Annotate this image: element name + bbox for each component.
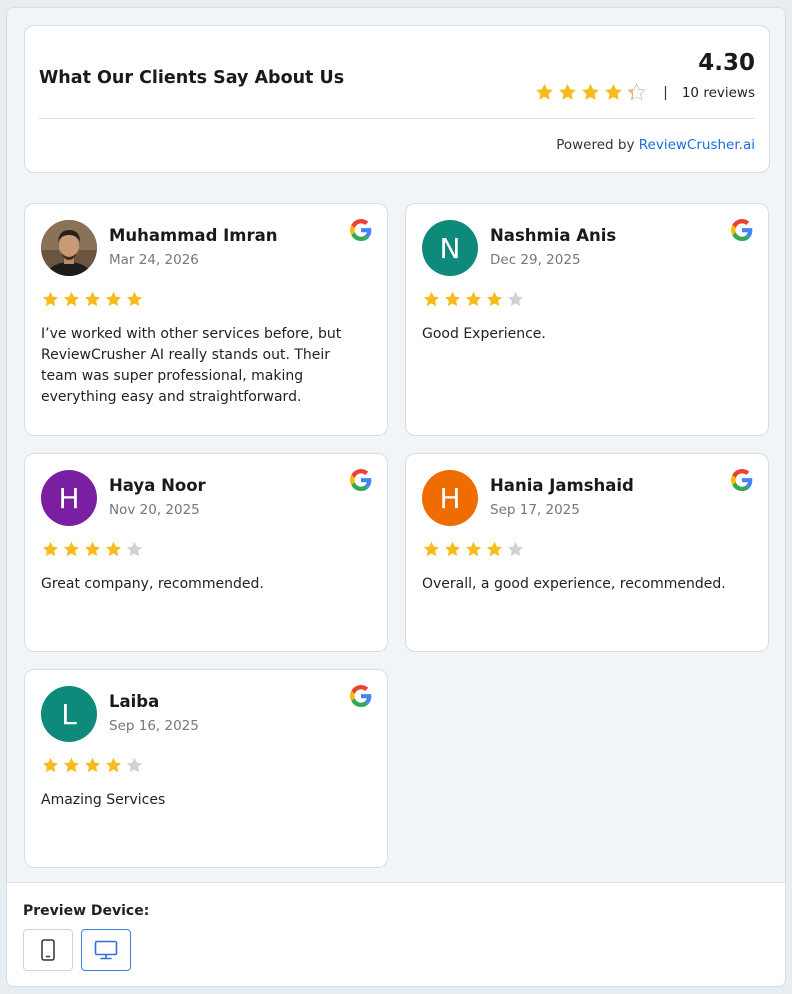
review-text: Amazing Services [41, 792, 166, 808]
preview-device-bar: Preview Device: [7, 882, 785, 986]
review-text: Overall, a good experience, recommended. [422, 576, 726, 592]
widget-title: What Our Clients Say About Us [39, 68, 345, 88]
review-card: H Hania Jamshaid Sep 17, 2025 Overall, a go… [405, 453, 769, 652]
star-icon [423, 541, 440, 557]
star-icon [84, 541, 101, 557]
review-stars [41, 540, 144, 559]
star-icon [126, 757, 143, 773]
star-icon [63, 757, 80, 773]
review-stars [41, 756, 144, 775]
review-date: Sep 17, 2025 [490, 502, 580, 518]
desktop-preview-button[interactable] [81, 929, 131, 971]
review-text: Good Experience. [422, 326, 546, 342]
powered-by: Powered by ReviewCrusher.ai [556, 137, 755, 153]
star-icon [126, 541, 143, 557]
summary-stars [534, 82, 647, 103]
star-icon [42, 541, 59, 557]
google-icon [350, 219, 372, 241]
star-icon [63, 291, 80, 307]
review-date: Mar 24, 2026 [109, 252, 199, 268]
powered-by-prefix: Powered by [556, 137, 635, 153]
widget-frame: What Our Clients Say About Us 4.30 | 10 … [6, 7, 786, 987]
avatar: H [422, 470, 478, 526]
star-icon [42, 291, 59, 307]
divider [39, 118, 755, 119]
review-card: H Haya Noor Nov 20, 2025 Great company, rec… [24, 453, 388, 652]
rating-summary: What Our Clients Say About Us 4.30 | 10 … [24, 25, 770, 173]
star-icon [559, 83, 576, 100]
avatar: N [422, 220, 478, 276]
review-text: Great company, recommended. [41, 576, 264, 592]
avatar-photo [41, 220, 97, 276]
star-icon [536, 83, 553, 100]
review-date: Sep 16, 2025 [109, 718, 199, 734]
preview-device-label: Preview Device: [23, 903, 150, 919]
star-icon [42, 757, 59, 773]
review-date: Nov 20, 2025 [109, 502, 200, 518]
star-icon [444, 541, 461, 557]
review-date: Dec 29, 2025 [490, 252, 581, 268]
star-icon [84, 757, 101, 773]
review-stars [41, 290, 144, 309]
google-icon [350, 685, 372, 707]
separator: | [663, 84, 668, 101]
review-text: I’ve worked with other services before, … [41, 326, 342, 405]
star-icon [486, 541, 503, 557]
review-card: N Nashmia Anis Dec 29, 2025 Good Experience… [405, 203, 769, 436]
star-icon [63, 541, 80, 557]
star-icon [423, 291, 440, 307]
star-icon [582, 83, 599, 100]
reviewcrusher-link[interactable]: ReviewCrusher.ai [639, 137, 755, 153]
reviewer-name: Laiba [109, 692, 160, 711]
star-icon [486, 291, 503, 307]
star-icon [444, 291, 461, 307]
star-icon [465, 541, 482, 557]
review-card: L Laiba Sep 16, 2025 Amazing Services [24, 669, 388, 868]
google-icon [731, 469, 753, 491]
smartphone-icon [41, 939, 55, 961]
star-icon [84, 291, 101, 307]
star-icon [605, 83, 622, 100]
average-score: 4.30 [698, 50, 755, 76]
review-card: Muhammad Imran Mar 24, 2026 I’ve worked wi… [24, 203, 388, 436]
desktop-icon [94, 940, 118, 960]
reviewer-name: Muhammad Imran [109, 226, 278, 245]
star-icon [105, 541, 122, 557]
star-icon [507, 541, 524, 557]
review-count: 10 reviews [681, 84, 755, 101]
avatar: H [41, 470, 97, 526]
avatar [41, 220, 97, 276]
reviewer-name: Haya Noor [109, 476, 206, 495]
google-icon [350, 469, 372, 491]
reviewer-name: Nashmia Anis [490, 226, 617, 245]
star-icon [507, 291, 524, 307]
star-icon [126, 291, 143, 307]
review-stars [422, 540, 525, 559]
mobile-preview-button[interactable] [23, 929, 73, 971]
review-stars [422, 290, 525, 309]
summary-rating-row: | 10 reviews [534, 82, 755, 103]
star-icon [105, 291, 122, 307]
google-icon [731, 219, 753, 241]
reviewer-name: Hania Jamshaid [490, 476, 634, 495]
star-icon [627, 83, 646, 101]
star-icon [105, 757, 122, 773]
star-icon [465, 291, 482, 307]
avatar: L [41, 686, 97, 742]
